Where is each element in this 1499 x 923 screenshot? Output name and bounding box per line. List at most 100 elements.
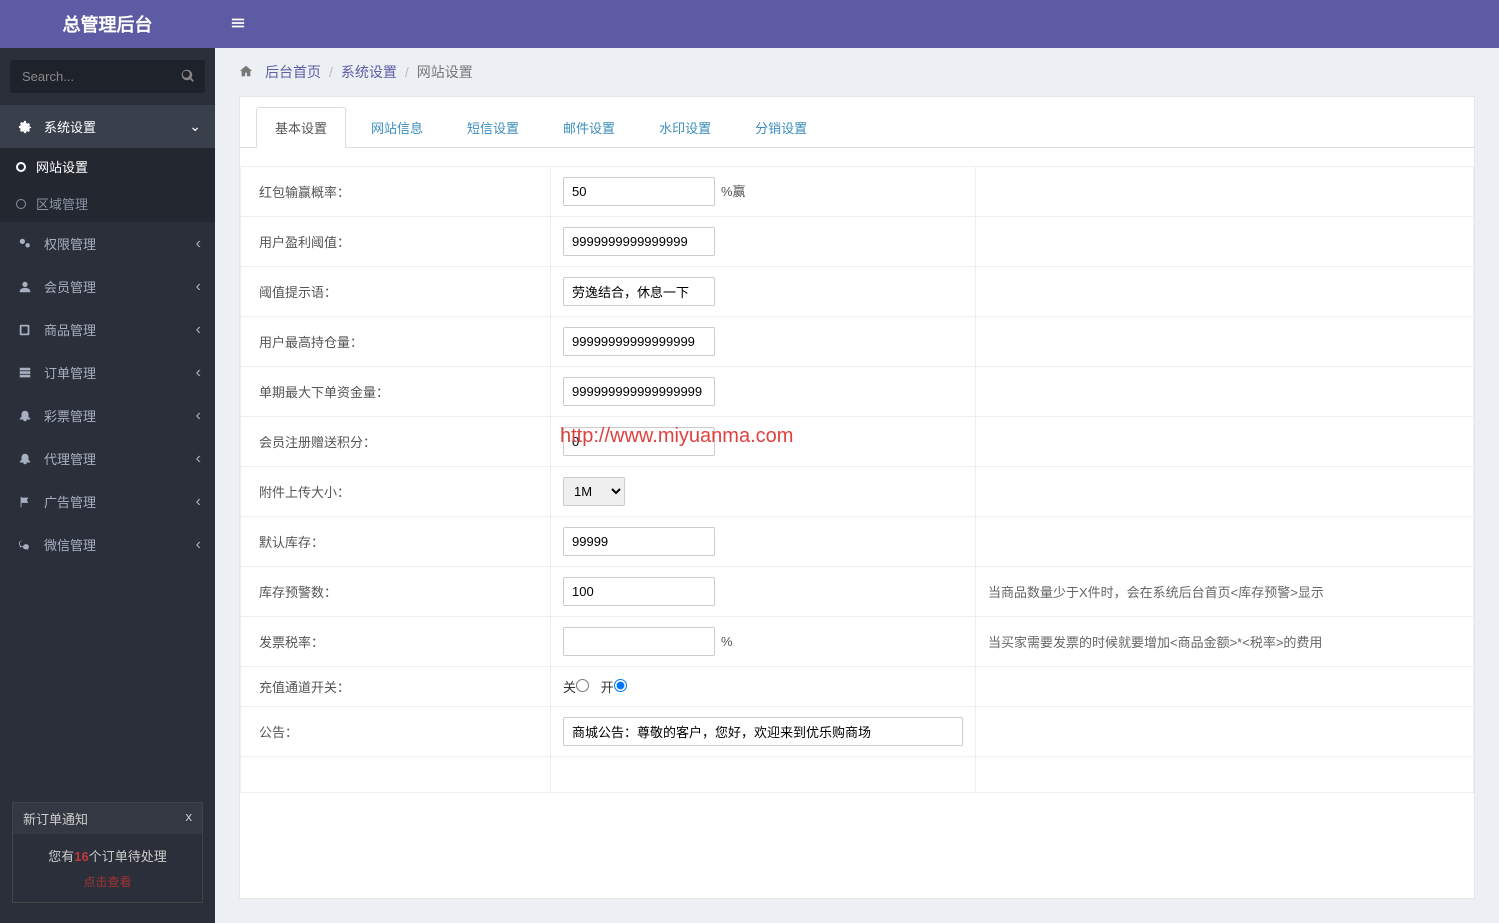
tab-site[interactable]: 网站信息: [352, 107, 442, 147]
sub-region[interactable]: 区域管理: [0, 185, 215, 222]
label-max-single: 单期最大下单资金量：: [241, 367, 551, 417]
notify-close-button[interactable]: x: [186, 809, 193, 828]
label-notice: 公告：: [241, 707, 551, 757]
nav-perm[interactable]: 权限管理: [0, 222, 215, 265]
input-default-stock[interactable]: [563, 527, 715, 556]
brand-title: 总管理后台: [0, 0, 215, 48]
wechat-icon: [16, 538, 34, 552]
label-win-rate: 红包输赢概率：: [241, 167, 551, 217]
nav-product-label: 商品管理: [44, 320, 96, 339]
flag-icon: [16, 495, 34, 509]
notify-count: 16: [74, 849, 88, 864]
topbar: [215, 0, 1499, 48]
notify-prefix: 您有: [48, 849, 74, 864]
chevron-left-icon: [196, 450, 201, 468]
search-icon[interactable]: [181, 69, 195, 86]
input-win-rate[interactable]: [563, 177, 715, 206]
radio-on-label[interactable]: 开: [601, 680, 627, 695]
label-stock-warn: 库存预警数：: [241, 567, 551, 617]
sidebar: 总管理后台 系统设置 网站设置 区: [0, 0, 215, 923]
sub-web-settings[interactable]: 网站设置: [0, 148, 215, 185]
nav-perm-label: 权限管理: [44, 234, 96, 253]
chevron-left-icon: [196, 493, 201, 511]
input-threshold-tip[interactable]: [563, 277, 715, 306]
nav-lottery[interactable]: 彩票管理: [0, 394, 215, 437]
help-win-rate: [976, 167, 1474, 217]
main: 后台首页 / 系统设置 / 网站设置 基本设置 网站信息 短信设置 邮件设置 水…: [215, 0, 1499, 923]
radio-off[interactable]: [576, 679, 589, 692]
tabs: 基本设置 网站信息 短信设置 邮件设置 水印设置 分销设置: [240, 97, 1474, 148]
nav-wechat[interactable]: 微信管理: [0, 523, 215, 566]
input-stock-warn[interactable]: [563, 577, 715, 606]
nav-member[interactable]: 会员管理: [0, 265, 215, 308]
breadcrumb-home[interactable]: 后台首页: [265, 62, 321, 82]
search-input[interactable]: [10, 60, 205, 93]
nav-agent-label: 代理管理: [44, 449, 96, 468]
label-profit-threshold: 用户盈利阈值：: [241, 217, 551, 267]
settings-form: 红包输赢概率： %赢 用户盈利阈值： 阈值提示语： 用户最高持仓量：: [240, 166, 1474, 793]
tab-watermark[interactable]: 水印设置: [640, 107, 730, 147]
hamburger-icon[interactable]: [231, 16, 245, 33]
notify-link[interactable]: 点击查看: [21, 873, 194, 890]
sub-region-label: 区域管理: [36, 194, 88, 213]
input-tax-rate[interactable]: [563, 627, 715, 656]
label-tax-rate: 发票税率：: [241, 617, 551, 667]
label-recharge-switch: 充值通道开关：: [241, 667, 551, 707]
label-upload-size: 附件上传大小：: [241, 467, 551, 517]
nav-agent[interactable]: 代理管理: [0, 437, 215, 480]
user-icon: [16, 280, 34, 294]
nav-order[interactable]: 订单管理: [0, 351, 215, 394]
breadcrumb-lvl2[interactable]: 系统设置: [341, 62, 397, 82]
list-icon: [16, 366, 34, 380]
label-reg-points: 会员注册赠送积分：: [241, 417, 551, 467]
label-threshold-tip: 阈值提示语：: [241, 267, 551, 317]
notify-suffix: 个订单待处理: [89, 849, 167, 864]
help-tax-rate: 当买家需要发票的时候就要增加<商品金额>*<税率>的费用: [976, 617, 1474, 667]
input-notice[interactable]: [563, 717, 963, 746]
suffix-win-rate: %赢: [721, 184, 746, 199]
label-max-hold: 用户最高持仓量：: [241, 317, 551, 367]
bell-icon: [16, 409, 34, 423]
label-default-stock: 默认库存：: [241, 517, 551, 567]
search-wrap: [0, 48, 215, 105]
nav: 系统设置 网站设置 区域管理 权限管理 会员管理: [0, 105, 215, 794]
circle-icon: [16, 162, 26, 172]
bell-icon: [16, 452, 34, 466]
input-max-hold[interactable]: [563, 327, 715, 356]
tab-basic[interactable]: 基本设置: [256, 107, 346, 148]
nav-system[interactable]: 系统设置: [0, 105, 215, 148]
circle-icon: [16, 199, 26, 209]
radio-off-label[interactable]: 关: [563, 680, 589, 695]
chevron-left-icon: [196, 407, 201, 425]
gear-icon: [16, 120, 34, 134]
content-panel: 基本设置 网站信息 短信设置 邮件设置 水印设置 分销设置 红包输赢概率： %赢…: [239, 96, 1475, 899]
nav-product[interactable]: 商品管理: [0, 308, 215, 351]
chevron-left-icon: [196, 278, 201, 296]
notify-title: 新订单通知: [23, 809, 88, 828]
nav-system-label: 系统设置: [44, 117, 96, 136]
help-stock-warn: 当商品数量少于X件时，会在系统后台首页<库存预警>显示: [976, 567, 1474, 617]
chevron-down-icon: [189, 118, 201, 135]
input-reg-points[interactable]: [563, 427, 715, 456]
nav-lottery-label: 彩票管理: [44, 406, 96, 425]
separator: /: [329, 64, 333, 80]
breadcrumb: 后台首页 / 系统设置 / 网站设置: [215, 48, 1499, 96]
input-profit-threshold[interactable]: [563, 227, 715, 256]
tab-mail[interactable]: 邮件设置: [544, 107, 634, 147]
nav-member-label: 会员管理: [44, 277, 96, 296]
select-upload-size[interactable]: 1M: [563, 477, 625, 506]
chevron-left-icon: [196, 536, 201, 554]
nav-order-label: 订单管理: [44, 363, 96, 382]
chevron-left-icon: [196, 235, 201, 253]
book-icon: [16, 323, 34, 337]
radio-on[interactable]: [614, 679, 627, 692]
nav-wechat-label: 微信管理: [44, 535, 96, 554]
nav-ad[interactable]: 广告管理: [0, 480, 215, 523]
breadcrumb-lvl3: 网站设置: [417, 62, 473, 82]
tab-dist[interactable]: 分销设置: [736, 107, 826, 147]
cogs-icon: [16, 237, 34, 251]
chevron-left-icon: [196, 364, 201, 382]
sub-nav-system: 网站设置 区域管理: [0, 148, 215, 222]
tab-sms[interactable]: 短信设置: [448, 107, 538, 147]
input-max-single[interactable]: [563, 377, 715, 406]
